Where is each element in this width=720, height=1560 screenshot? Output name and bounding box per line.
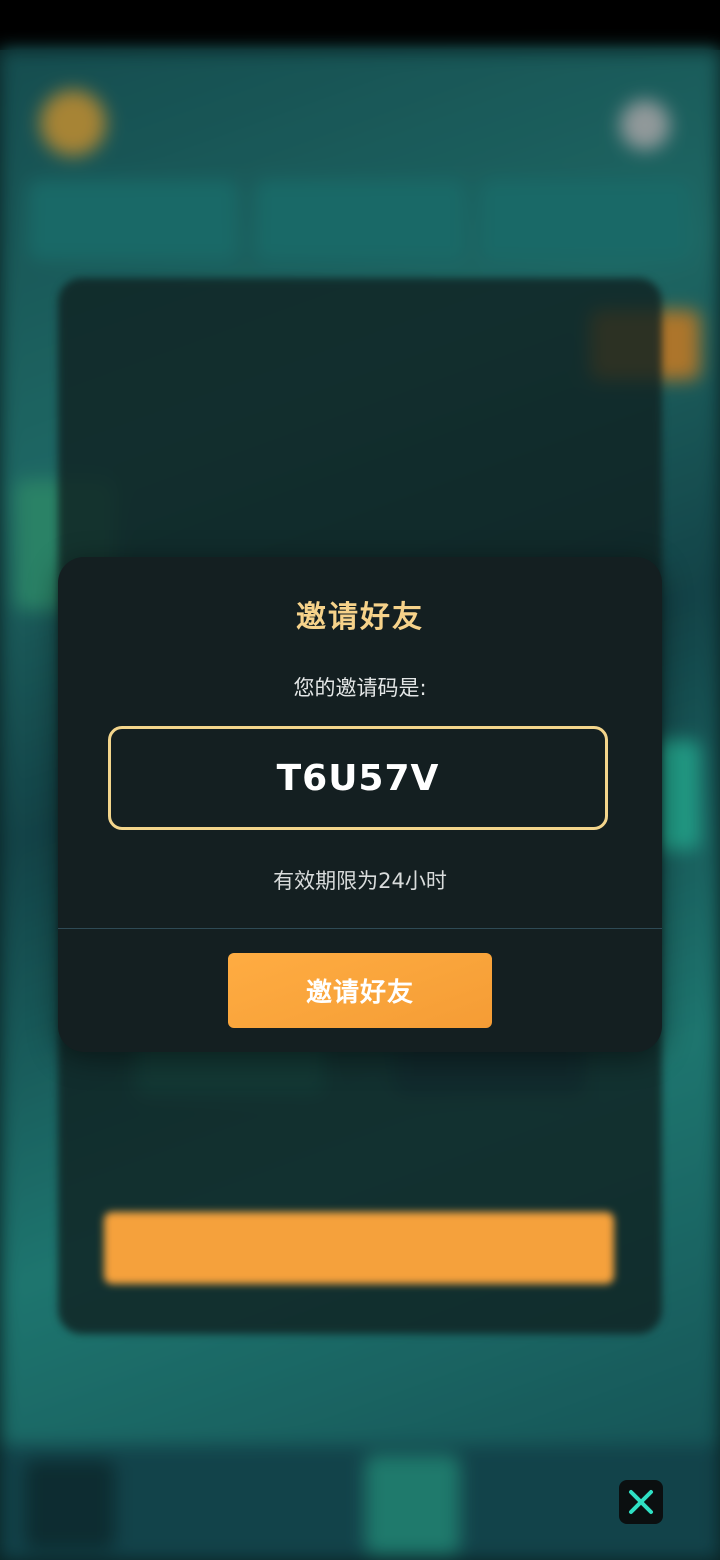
- invite-code-box[interactable]: T6U57V: [108, 726, 608, 830]
- invite-friends-button[interactable]: 邀请好友: [228, 953, 492, 1028]
- invite-code-label: 您的邀请码是:: [293, 676, 427, 700]
- close-button[interactable]: [619, 1480, 663, 1524]
- status-bar: [0, 0, 720, 50]
- invite-friends-button-label: 邀请好友: [305, 977, 414, 1007]
- invite-code: T6U57V: [276, 757, 440, 799]
- dialog-title: 邀请好友: [296, 600, 424, 635]
- close-icon: [629, 1490, 653, 1514]
- validity-text: 有效期限为24小时: [273, 869, 447, 893]
- dialog-divider: [58, 928, 662, 929]
